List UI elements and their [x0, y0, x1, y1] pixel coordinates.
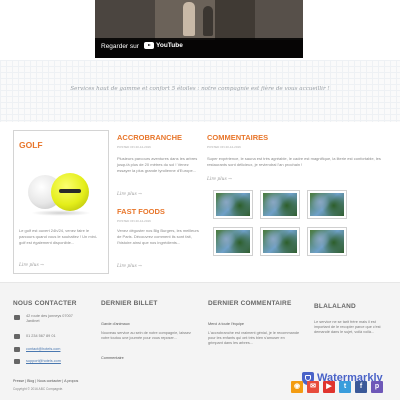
fastfoods-read-more-link[interactable]: Lire plus → — [117, 264, 142, 269]
accrobranche-date: POSTED ON 20-12-2016 — [117, 145, 151, 149]
fastfoods-title[interactable]: FAST FOODS — [117, 207, 165, 216]
gallery-thumbnail[interactable] — [307, 190, 347, 219]
home-icon — [14, 315, 20, 320]
golf-image — [19, 165, 105, 223]
accrobranche-title[interactable]: ACCROBRANCHE — [117, 133, 182, 142]
watch-on-label[interactable]: Regarder sur — [101, 43, 139, 50]
fastfoods-date: POSTED ON 20-12-2016 — [117, 219, 151, 223]
mail-icon — [14, 359, 20, 364]
gallery-thumbnail[interactable] — [260, 190, 300, 219]
commentaires-title[interactable]: COMMENTAIRES — [207, 133, 268, 142]
last-comment-text: L'accrobranche est vraiment génial, je l… — [208, 331, 300, 346]
mail-icon — [14, 347, 20, 352]
last-post-text: Nouveau service au sein de notre compagn… — [101, 331, 191, 341]
commentaires-text: Super expérience, le sauna est très agré… — [207, 156, 381, 168]
contact-phone: 01 234 567 89 01 — [26, 334, 56, 338]
commentaires-date: POSTED ON 20-12-2016 — [207, 145, 241, 149]
last-post-subtitle[interactable]: Garde d'animaux — [101, 322, 130, 326]
last-post-title: DERNIER BILLET — [101, 300, 158, 307]
youtube-logo[interactable]: YouTube — [144, 42, 183, 49]
gallery-thumbnail[interactable] — [307, 227, 347, 256]
rss-icon[interactable]: ◉ — [291, 381, 303, 393]
video-player[interactable]: Regarder sur YouTube — [95, 0, 303, 58]
accrobranche-text: Plusieurs parcours aventures dans les ar… — [117, 156, 198, 174]
pinterest-icon[interactable]: p — [371, 381, 383, 393]
twitter-icon[interactable]: t — [339, 381, 351, 393]
blalaland-text: Le service ne se tarit frère mais il est… — [314, 320, 381, 335]
blalaland-title: BLALALAND — [314, 303, 356, 310]
tagline: Services haut de gamme et confort 5 étoi… — [70, 86, 330, 92]
last-comment-subtitle[interactable]: Merci à toute l'équipe — [208, 322, 244, 326]
youtube-label: YouTube — [156, 42, 183, 49]
last-post-author: Commentaire — [101, 356, 124, 360]
contact-address: 42 route des jonneys 07007 Jardinet — [26, 314, 73, 324]
fastfoods-text: Venez déguster nos Big Burgers, les meil… — [117, 228, 199, 246]
copyright: Copyright © 2016 ABC Compagnie. — [13, 387, 64, 391]
gallery-thumbnail[interactable] — [213, 227, 253, 256]
commentaires-read-more-link[interactable]: Lire plus → — [207, 177, 232, 182]
gallery-thumbnail[interactable] — [260, 227, 300, 256]
golf-title[interactable]: GOLF — [19, 140, 43, 150]
contact-email-link[interactable]: contact@hotels.com — [26, 347, 60, 352]
golf-text: Le golf est ouvert 24h/24, venez faire l… — [19, 228, 98, 246]
phone-icon — [14, 334, 20, 339]
support-email-link[interactable]: support@hotels.com — [26, 359, 61, 364]
mail-icon[interactable]: ✉ — [307, 381, 319, 393]
accrobranche-read-more-link[interactable]: Lire plus → — [117, 192, 142, 197]
contact-title: NOUS CONTACTER — [13, 300, 77, 307]
last-comment-title: DERNIER COMMENTAIRE — [208, 300, 292, 307]
facebook-icon[interactable]: f — [355, 381, 367, 393]
youtube-icon[interactable]: ▶ — [323, 381, 335, 393]
golf-read-more-link[interactable]: Lire plus → — [19, 263, 44, 268]
golf-ball-yellow — [51, 173, 89, 211]
footer-links[interactable]: Presse | Blog | Nous contacter | A propo… — [13, 379, 78, 383]
gallery-thumbnail[interactable] — [213, 190, 253, 219]
youtube-play-icon — [144, 42, 154, 49]
